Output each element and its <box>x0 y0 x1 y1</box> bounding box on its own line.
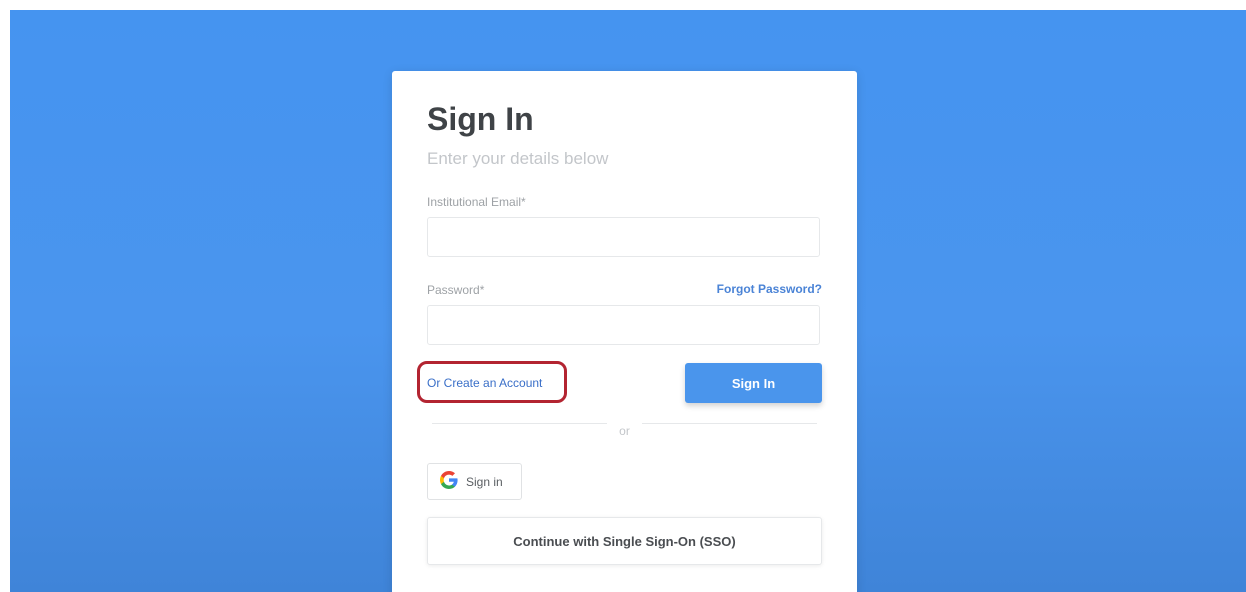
divider-or-text: or <box>619 424 630 438</box>
google-sign-in-label: Sign in <box>466 474 503 489</box>
sign-in-button[interactable]: Sign In <box>685 363 822 403</box>
signin-card: Sign In Enter your details below Institu… <box>392 71 857 592</box>
password-label: Password* <box>427 283 485 297</box>
google-g-icon <box>440 471 458 492</box>
email-label: Institutional Email* <box>427 195 526 209</box>
email-field[interactable] <box>427 217 820 257</box>
sso-button[interactable]: Continue with Single Sign-On (SSO) <box>427 517 822 565</box>
google-sign-in-button[interactable]: Sign in <box>427 463 522 500</box>
page-title: Sign In <box>427 101 534 137</box>
create-account-link[interactable]: Or Create an Account <box>427 376 542 390</box>
page-subtitle: Enter your details below <box>427 149 609 168</box>
page-background: Sign In Enter your details below Institu… <box>10 10 1246 592</box>
forgot-password-link[interactable]: Forgot Password? <box>717 282 822 296</box>
password-field[interactable] <box>427 305 820 345</box>
